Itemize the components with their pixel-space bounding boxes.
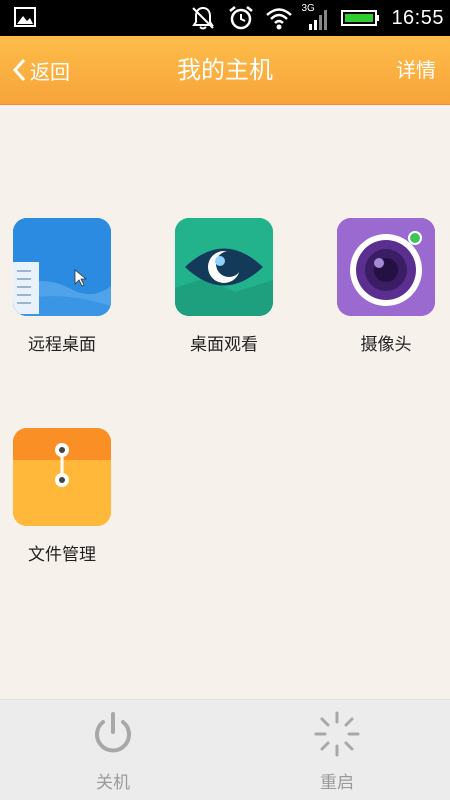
battery-icon [341, 10, 380, 26]
app-label: 文件管理 [28, 545, 96, 565]
app-remote-desktop[interactable]: 远程桌面 [2, 218, 122, 355]
bottom-action-bar: 关机 重启 [0, 699, 450, 800]
app-label: 桌面观看 [190, 335, 258, 355]
remote-desktop-icon [13, 218, 111, 316]
detail-button[interactable]: 详情 [396, 52, 436, 88]
title-bar: 返回 我的主机 详情 [0, 36, 450, 105]
camera-icon [337, 218, 435, 316]
cell-signal: 3G [301, 3, 331, 32]
alarm-icon [229, 6, 254, 30]
power-icon [95, 712, 131, 753]
wifi-icon [266, 8, 293, 30]
restart-button[interactable]: 重启 [287, 710, 387, 793]
shutdown-button[interactable]: 关机 [63, 710, 163, 793]
gallery-icon [14, 7, 36, 27]
file-folder-icon [13, 428, 111, 526]
app-desktop-view[interactable]: 桌面观看 [164, 218, 284, 355]
status-time: 16:55 [391, 6, 444, 29]
status-bar: 3G 16:55 [0, 0, 450, 36]
shutdown-label: 关机 [96, 773, 130, 793]
loading-spinner-icon [314, 711, 360, 757]
eye-icon [175, 218, 273, 316]
app-label: 摄像头 [360, 335, 412, 355]
network-type-label: 3G [301, 3, 315, 14]
restart-label: 重启 [320, 773, 354, 793]
app-label: 远程桌面 [28, 335, 96, 355]
page-title: 我的主机 [177, 56, 273, 84]
app-file-manager[interactable]: 文件管理 [2, 428, 122, 565]
bell-off-icon [192, 6, 215, 30]
app-camera[interactable]: 摄像头 [326, 218, 446, 355]
